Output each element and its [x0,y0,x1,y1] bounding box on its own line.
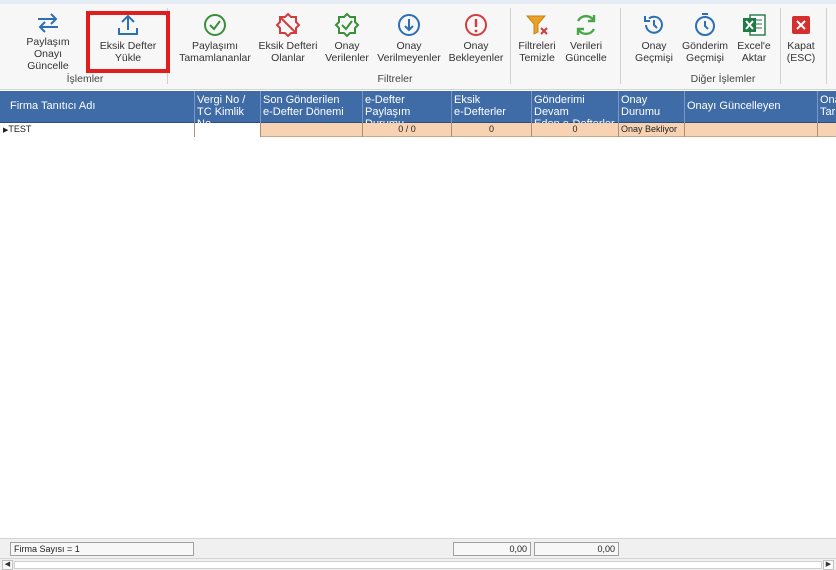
excel-icon [741,10,767,40]
verileri-guncelle-button[interactable]: Verileri Güncelle [562,6,610,72]
cell-gonderimi-devam[interactable]: 0 [532,123,619,137]
excele-aktar-label: Excel'e Aktar [737,40,771,64]
paylasim-onayi-guncelle-label: Paylaşım Onayı Güncelle [26,36,70,72]
scroll-right-icon[interactable]: ▶ [823,560,834,570]
kapat-label: Kapat (ESC) [786,40,816,64]
cell-son-gonderilen[interactable] [261,123,363,137]
send-history-icon [692,10,718,40]
cell-vergi[interactable] [195,123,261,137]
firma-sayisi-label: Firma Sayısı = 1 [10,542,194,556]
filtreleri-temizle-label: Filtreleri Temizle [518,40,556,64]
filtreleri-temizle-button[interactable]: Filtreleri Temizle [514,6,560,72]
title-strip [0,0,836,4]
table-row[interactable]: ▶TEST 0 / 0 0 0 Onay Bekliyor [0,123,836,137]
excele-aktar-button[interactable]: Excel'e Aktar [732,6,776,72]
app-window: Paylaşım Onayı Güncelle Eksik Defter Yük… [0,0,836,570]
eksik-defteri-olanlar-button[interactable]: Eksik Defteri Olanlar [258,6,318,72]
history-icon [641,10,667,40]
highlight-box [86,11,170,73]
onay-bekleyenler-label: Onay Bekleyenler [448,40,504,64]
group-separator [826,8,827,84]
firma-grid: Firma Tanıtıcı Adı Vergi No / TC Kimlik … [0,91,836,137]
scroll-thumb[interactable] [14,561,822,569]
kapat-button[interactable]: Kapat (ESC) [784,6,818,72]
onay-gecmisi-button[interactable]: Onay Geçmişi [628,6,680,72]
onay-verilenler-button[interactable]: Onay Verilenler [322,6,372,72]
cell-eksik[interactable]: 0 [452,123,532,137]
column-header-gonderimi-devam[interactable]: Gönderimi Devam Eden e-Defterler [532,91,619,123]
cell-onay-durumu[interactable]: Onay Bekliyor [619,123,685,137]
eksik-defteri-olanlar-label: Eksik Defteri Olanlar [258,40,318,64]
group-separator [620,8,621,84]
clear-filter-icon [524,10,550,40]
onay-gecmisi-label: Onay Geçmişi [635,40,673,64]
group-label-islemler: İşlemler [66,73,104,85]
column-header-onay-tarihi[interactable]: Ona Tar [818,91,836,123]
horizontal-scrollbar[interactable]: ◀ ▶ [0,558,836,570]
paylasimi-tamamlananlar-button[interactable]: Paylaşımı Tamamlananlar [178,6,252,72]
total-2-value: 0,00 [534,542,619,556]
column-header-son-gonderilen[interactable]: Son Gönderilen e-Defter Dönemi [261,91,363,123]
status-bar: Firma Sayısı = 1 0,00 0,00 [0,538,836,558]
cell-paylasim-durumu[interactable]: 0 / 0 [363,123,452,137]
group-label-diger-islemler: Diğer İşlemler [690,73,756,85]
column-header-vergi[interactable]: Vergi No / TC Kimlik No [195,91,261,123]
scroll-left-icon[interactable]: ◀ [2,560,13,570]
download-circle-icon [396,10,422,40]
check-circle-icon [202,10,228,40]
group-label-filtreler: Filtreler [377,73,413,85]
onay-verilmeyenler-label: Onay Verilmeyenler [377,40,441,64]
column-header-onayi-guncelleyen[interactable]: Onayı Güncelleyen [685,91,818,123]
verileri-guncelle-label: Verileri Güncelle [565,40,607,64]
gonderim-gecmisi-button[interactable]: Gönderim Geçmişi [680,6,730,72]
ribbon-toolbar: Paylaşım Onayı Güncelle Eksik Defter Yük… [0,0,836,90]
cell-onayi-guncelleyen[interactable] [685,123,818,137]
grid-header: Firma Tanıtıcı Adı Vergi No / TC Kimlik … [0,91,836,123]
column-header-onay-durumu[interactable]: Onay Durumu [619,91,685,123]
column-header-firma[interactable]: Firma Tanıtıcı Adı [0,91,195,123]
swap-arrows-icon [35,10,61,36]
onay-verilmeyenler-button[interactable]: Onay Verilmeyenler [376,6,442,72]
refresh-icon [573,10,599,40]
cell-onay-tarihi[interactable] [818,123,836,137]
paylasimi-tamamlananlar-label: Paylaşımı Tamamlananlar [179,40,251,64]
group-separator [510,8,511,84]
gonderim-gecmisi-label: Gönderim Geçmişi [681,40,729,64]
cell-firma[interactable]: ▶TEST [0,123,195,137]
paylasim-onayi-guncelle-button[interactable]: Paylaşım Onayı Güncelle [12,6,84,72]
column-header-paylasim-durumu[interactable]: e-Defter Paylaşım Durumu [363,91,452,123]
group-separator [780,8,781,84]
total-1-value: 0,00 [453,542,531,556]
onay-bekleyenler-button[interactable]: Onay Bekleyenler [446,6,506,72]
alert-circle-icon [463,10,489,40]
column-header-eksik[interactable]: Eksik e-Defterler [452,91,532,123]
missing-badge-icon [275,10,301,40]
onay-verilenler-label: Onay Verilenler [325,40,369,64]
approved-badge-icon [334,10,360,40]
cell-firma-text: TEST [8,124,32,134]
close-icon [789,10,813,40]
